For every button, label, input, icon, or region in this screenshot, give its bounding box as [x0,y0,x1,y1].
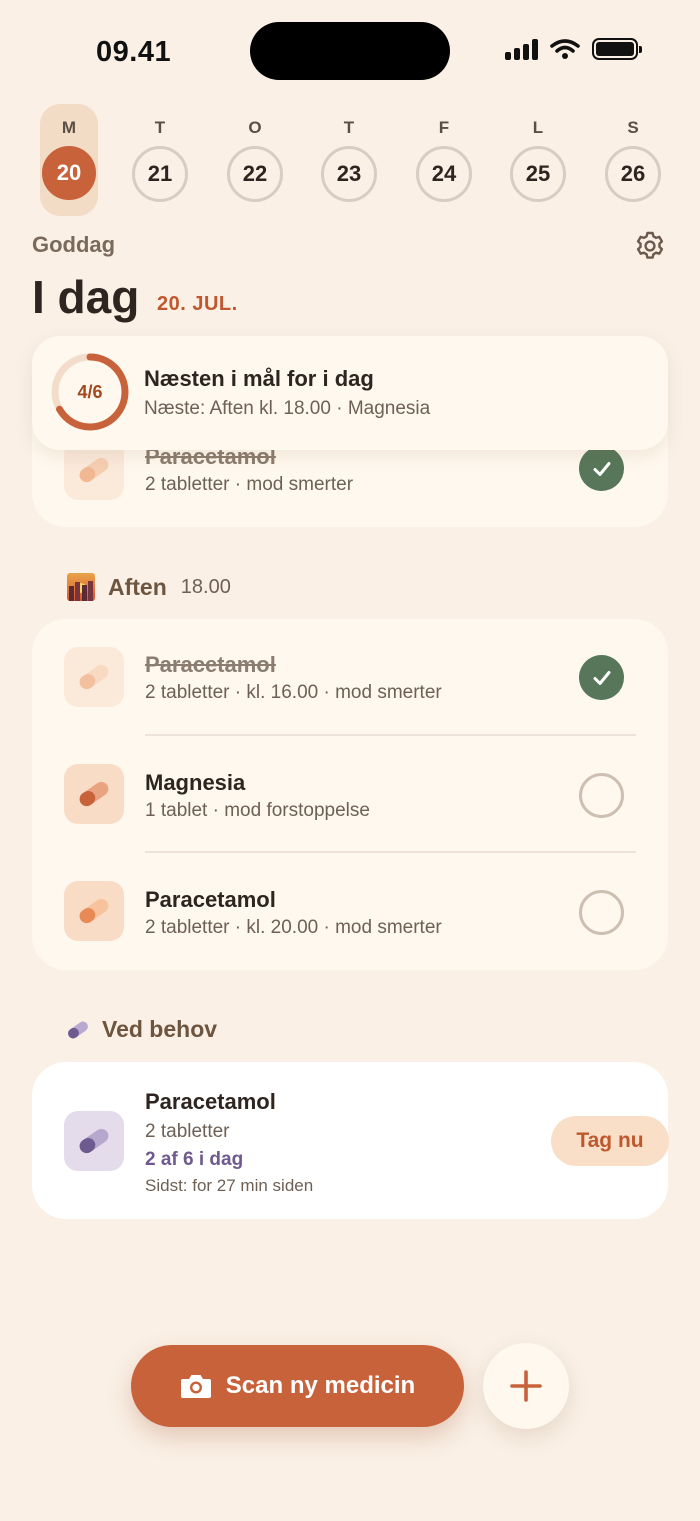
section-header-as-needed: Ved behov [66,1016,217,1043]
gear-icon[interactable] [634,230,666,262]
progress-summary-card[interactable]: 4/6 Næsten i mål for i dag Næste: Aften … [32,336,668,450]
day-tuesday[interactable]: T 21 [131,104,189,216]
section-title: Aften [108,573,167,600]
day-number: 26 [605,146,661,202]
day-letter: O [248,118,262,137]
day-letter: L [532,118,544,137]
plus-icon [510,1370,542,1402]
progress-count: 4/6 [77,381,103,402]
day-saturday[interactable]: L 25 [509,104,567,216]
section-title: Ved behov [102,1016,218,1042]
list-item[interactable]: Magnesia 1 tablet · mod forstoppelse [32,736,668,854]
day-monday[interactable]: M 20 [40,104,98,216]
list-item[interactable]: Paracetamol 2 tabletter · kl. 20.00 · mo… [32,853,668,971]
week-strip: M 20 T 21 O 22 T 23 F 24 L 25 S 26 [40,104,664,216]
medicine-detail: 1 tablet · mod forstoppelse [145,800,370,821]
day-letter: T [154,118,166,137]
day-number: 22 [227,146,283,202]
section-header-evening: Aften 18.00 [66,572,231,602]
as-needed-card: Paracetamol 2 tabletter 2 af 6 i dag Sid… [32,1062,669,1219]
summary-title: Næsten i mål for i dag [144,366,374,391]
medicine-detail: 2 tabletter · kl. 16.00 · mod smerter [145,682,442,703]
wifi-icon [550,39,580,59]
sunset-city-icon [67,573,95,601]
dynamic-island [250,22,450,80]
last-taken: Sidst: for 27 min siden [145,1176,314,1195]
camera-icon [180,1375,211,1398]
battery-icon [592,38,642,60]
capsule-icon [79,1128,109,1154]
page-date: 20. JUL. [157,293,238,315]
medicine-name: Paracetamol [145,1089,276,1114]
untaken-checkbox[interactable] [579,890,624,935]
day-thursday[interactable]: T 23 [320,104,378,216]
day-letter: F [438,118,450,137]
status-time: 09.41 [96,36,172,68]
day-number: 20 [42,146,96,200]
list-item[interactable]: Paracetamol 2 tabletter · kl. 16.00 · mo… [32,619,668,737]
untaken-checkbox[interactable] [579,773,624,818]
pill-icon [79,898,109,924]
day-number: 24 [416,146,472,202]
pill-icon [79,457,109,483]
day-number: 23 [321,146,377,202]
section-time: 18.00 [180,575,231,598]
medicine-detail: 2 tabletter [145,1121,230,1142]
medicine-name: Paracetamol [145,652,276,677]
greeting: Goddag [32,232,116,257]
cellular-signal-icon [505,38,538,60]
medicine-name: Magnesia [145,770,246,795]
evening-card: Paracetamol 2 tabletter · kl. 16.00 · mo… [32,619,668,970]
taken-checkbox[interactable] [579,446,624,491]
pill-tile [64,647,124,707]
medicine-detail: 2 tabletter · kl. 20.00 · mod smerter [145,917,442,938]
taken-checkbox[interactable] [579,655,624,700]
summary-subtitle: Næste: Aften kl. 18.00 · Magnesia [144,398,431,419]
checkmark-icon [593,461,610,476]
take-now-button[interactable]: Tag nu [551,1116,669,1166]
day-letter: M [61,118,77,137]
pill-tile [64,881,124,941]
day-friday[interactable]: F 24 [415,104,473,216]
scan-medicine-button[interactable]: Scan ny medicin [131,1345,464,1427]
capsule-icon [68,1021,88,1038]
day-sunday[interactable]: S 26 [604,104,662,216]
pill-tile [64,764,124,824]
medicine-detail: 2 tabletter · mod smerter [145,474,354,495]
day-number: 25 [510,146,566,202]
pill-icon [79,781,109,807]
day-number: 21 [132,146,188,202]
status-icons [505,38,642,60]
dose-count: 2 af 6 i dag [145,1149,244,1170]
day-letter: T [343,118,355,137]
scan-button-label: Scan ny medicin [225,1372,416,1399]
medicine-name: Paracetamol [145,887,276,912]
day-wednesday[interactable]: O 22 [226,104,284,216]
checkmark-icon [593,670,610,685]
page-title: I dag [32,271,140,323]
add-button[interactable] [483,1343,569,1429]
pill-icon [79,664,109,690]
day-letter: S [627,118,639,137]
pill-tile [64,1111,124,1171]
